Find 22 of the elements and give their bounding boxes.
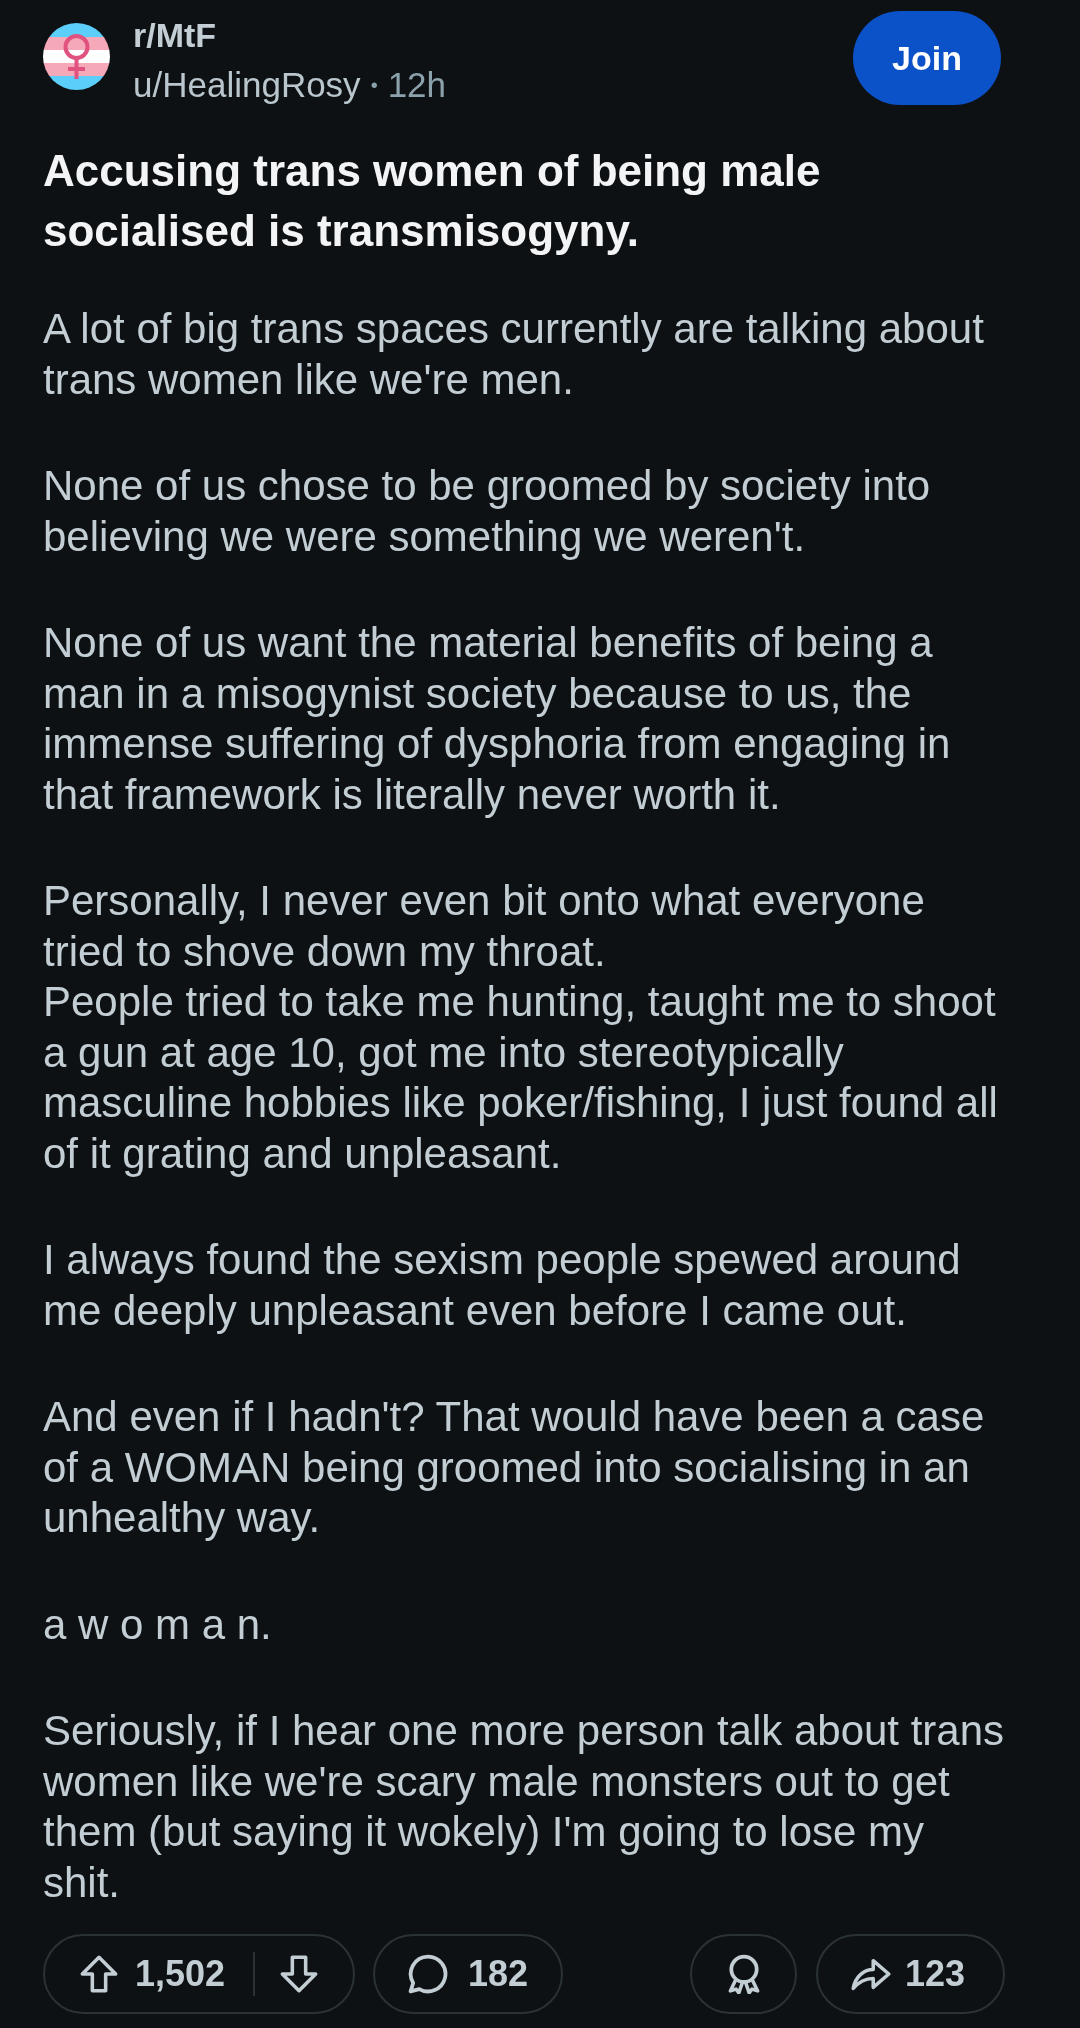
post-paragraph: a w o m a n.: [43, 1599, 273, 1650]
post-paragraph: None of us chose to be groomed by society into believing we were something we weren't.: [43, 461, 932, 562]
post-paragraph: Personally, I never even bit onto what everyone tried to shove down my throat. People tried to take me hunting, taught me to shoot a gun at age 10, got me into stereotypically masculine hobbies like poker/fishing, I just found all of it grating and unpleasant.: [43, 876, 999, 1179]
author-name[interactable]: u/HealingRosy: [133, 63, 361, 107]
post-age: 12h: [387, 64, 447, 106]
share-button[interactable]: 123: [816, 1934, 1005, 2014]
meta-separator: •: [370, 73, 378, 98]
award-button[interactable]: [690, 1934, 797, 2014]
downvote-icon[interactable]: [279, 1954, 319, 1994]
vote-score: 1,502: [135, 1953, 227, 1995]
post-paragraph: Seriously, if I hear one more person talk about trans women like we're scary male monsters out to get them (but saying it wokely) I'm going to lose my shit.: [43, 1706, 1006, 1908]
comments-button[interactable]: 182: [373, 1934, 563, 2014]
avatar-icon[interactable]: [43, 23, 110, 90]
post-title: Accusing trans women of being male socialised is transmisogyny.: [43, 145, 822, 257]
post-paragraph: None of us want the material benefits of being a man in a misogynist society because to us, the immense suffering of dysphoria from engaging in that framework is literally never worth it.: [43, 618, 952, 820]
comment-icon: [408, 1954, 448, 1994]
upvote-icon[interactable]: [79, 1954, 119, 1994]
post-paragraph: I always found the sexism people spewed around me deeply unpleasant even before I came out.: [43, 1235, 962, 1336]
community-name[interactable]: r/MtF: [133, 13, 217, 57]
post-paragraph: A lot of big trans spaces currently are talking about trans women like we're men.: [43, 304, 985, 405]
join-button[interactable]: Join: [853, 11, 1001, 105]
post-paragraph: And even if I hadn't? That would have been a case of a WOMAN being groomed into socialising in an unhealthy way.: [43, 1392, 986, 1543]
